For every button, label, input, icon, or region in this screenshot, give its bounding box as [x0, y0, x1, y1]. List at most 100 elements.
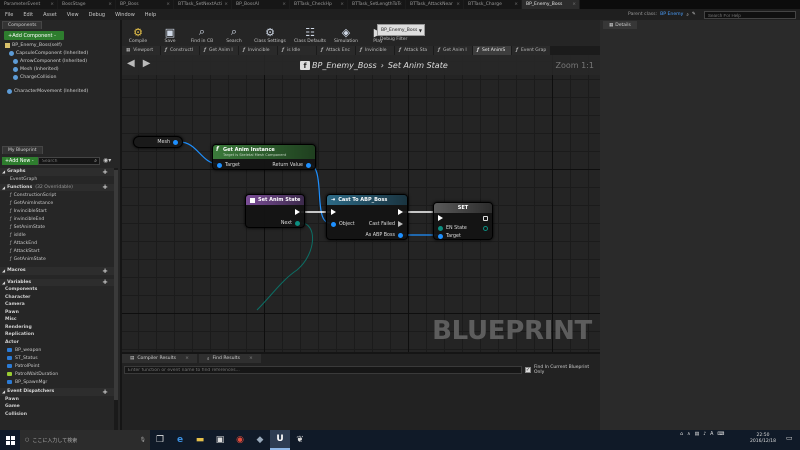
- find-current-only-option[interactable]: ✓ Find In Current Blueprint Only: [525, 365, 600, 375]
- taskbar-app[interactable]: ❦: [290, 430, 310, 450]
- macros-category[interactable]: ◢ Macros +: [0, 267, 114, 275]
- set-en-state-pin[interactable]: [438, 225, 443, 231]
- graph-editor[interactable]: BP_Enemy_Boss › Set Anim State ◀ ▶ f Zoo…: [122, 55, 600, 352]
- document-tab[interactable]: BTTask_SetLengthToT ×: [348, 0, 406, 9]
- function-item[interactable]: ƒ invincibleEnd: [0, 215, 114, 223]
- taskbar-search[interactable]: ○ ここに入力して検索 🎙: [20, 430, 150, 450]
- function-item[interactable]: ƒ ConstructionScript: [0, 191, 114, 199]
- blueprint-search-input[interactable]: [39, 158, 89, 164]
- variable-group[interactable]: Pawn: [0, 309, 114, 317]
- graph-tab[interactable]: ƒ Invincible: [239, 46, 277, 55]
- get-anim-instance-node[interactable]: Get Anim Instance Target is Skeletal Mes…: [212, 144, 316, 170]
- graph-tab[interactable]: ▦ Viewport: [122, 46, 160, 55]
- set-exec-in-pin[interactable]: [438, 215, 443, 221]
- menu-item-edit[interactable]: Edit: [23, 12, 33, 18]
- variable-group[interactable]: Rendering: [0, 324, 114, 332]
- edit-icon[interactable]: ✎: [692, 12, 696, 17]
- add-event-dispatchers-icon[interactable]: +: [102, 388, 108, 396]
- menu-item-file[interactable]: File: [5, 12, 13, 18]
- graph-tab[interactable]: ƒ Get Anim I: [200, 46, 238, 55]
- save-button[interactable]: ▣ Save: [154, 20, 186, 46]
- document-tab[interactable]: BossStage ×: [58, 0, 116, 9]
- taskbar-app[interactable]: ◆: [250, 430, 270, 450]
- microphone-icon[interactable]: 🎙: [140, 437, 146, 443]
- class-defaults-button[interactable]: ☷ Class Defaults: [290, 20, 330, 46]
- variable-group[interactable]: Actor: [0, 339, 114, 347]
- function-item[interactable]: ƒ GetAnimInstance: [0, 199, 114, 207]
- find-in-cb-button[interactable]: ⌕ Find in CB: [186, 20, 218, 46]
- function-item[interactable]: ƒ AttackStart: [0, 247, 114, 255]
- close-icon[interactable]: ×: [185, 356, 189, 361]
- graphs-category[interactable]: ◢ Graphs +: [0, 168, 114, 176]
- cast-exec-out-pin[interactable]: [398, 209, 403, 215]
- add-graphs-icon[interactable]: +: [102, 168, 108, 176]
- browse-icon[interactable]: ⌕: [686, 12, 689, 18]
- dispatcher-group[interactable]: Game: [0, 403, 114, 411]
- menu-item-view[interactable]: View: [67, 12, 79, 18]
- chevron-up-icon[interactable]: ∧: [687, 432, 691, 437]
- components-tab[interactable]: Components: [2, 21, 43, 29]
- menu-item-debug[interactable]: Debug: [89, 12, 105, 18]
- cast-object-pin[interactable]: [331, 221, 336, 227]
- function-item[interactable]: ƒ AttackEnd: [0, 239, 114, 247]
- document-tab[interactable]: ParameterEvent ×: [0, 0, 58, 9]
- component-item[interactable]: BP_Enemy_Boss(self): [3, 41, 118, 49]
- close-icon[interactable]: ×: [224, 2, 228, 7]
- menu-item-asset[interactable]: Asset: [43, 12, 57, 18]
- dispatcher-group[interactable]: Pawn: [0, 396, 114, 404]
- component-item[interactable]: Mesh (Inherited): [3, 65, 118, 73]
- menu-item-window[interactable]: Window: [115, 12, 135, 18]
- graph-tab[interactable]: ƒ Attack Sta: [395, 46, 433, 55]
- close-icon[interactable]: ×: [166, 2, 170, 7]
- document-tab[interactable]: BTTask_SetNextActi ×: [174, 0, 232, 9]
- add-functions-icon[interactable]: +: [102, 183, 108, 191]
- simulation-button[interactable]: ◈ Simulation: [330, 20, 362, 46]
- mesh-node[interactable]: Mesh: [133, 136, 183, 148]
- class-settings-button[interactable]: ⚙ Class Settings: [250, 20, 290, 46]
- taskbar-app[interactable]: U: [270, 430, 290, 450]
- dispatcher-group[interactable]: Collision: [0, 411, 114, 419]
- close-icon[interactable]: ×: [572, 2, 576, 7]
- component-item[interactable]: ArrowComponent (Inherited): [3, 57, 118, 65]
- my-blueprint-tab[interactable]: My Blueprint: [2, 146, 43, 154]
- event-dispatchers-category[interactable]: ◢ Event Dispatchers +: [0, 388, 114, 396]
- variable-group[interactable]: Misc: [0, 316, 114, 324]
- taskbar-app[interactable]: ▣: [210, 430, 230, 450]
- cast-exec-in-pin[interactable]: [331, 209, 336, 215]
- graph-tab[interactable]: ƒ ConstructI: [161, 46, 199, 55]
- set-node[interactable]: SET EN State Target: [433, 202, 493, 240]
- component-item[interactable]: ChargeCollision: [3, 73, 118, 81]
- functions-category[interactable]: ◢ Functions (32 Overridable) +: [0, 183, 114, 191]
- taskbar-app[interactable]: ◉: [230, 430, 250, 450]
- close-icon[interactable]: ×: [108, 2, 112, 7]
- cast-as-pin[interactable]: [398, 232, 403, 238]
- search-button[interactable]: ⌕ Search: [218, 20, 250, 46]
- add-macros-icon[interactable]: +: [102, 267, 108, 275]
- close-icon[interactable]: ×: [514, 2, 518, 7]
- function-item[interactable]: ƒ SetAnimState: [0, 223, 114, 231]
- document-tab[interactable]: BTTask_Charge ×: [464, 0, 522, 9]
- taskbar-app[interactable]: ▬: [190, 430, 210, 450]
- document-tab[interactable]: BTTask_CheckHp ×: [290, 0, 348, 9]
- get-anim-target-pin[interactable]: [217, 162, 222, 168]
- variable-group[interactable]: Character: [0, 294, 114, 302]
- variable-group[interactable]: Components: [0, 286, 114, 294]
- notification-icon[interactable]: ▭: [786, 434, 793, 442]
- find-references-input[interactable]: [124, 366, 522, 374]
- bottom-tab[interactable]: ▤ Compiler Results ×: [122, 354, 197, 363]
- graph-item[interactable]: EventGraph: [0, 176, 114, 184]
- graph-tab[interactable]: ƒ is Idle: [278, 46, 316, 55]
- mesh-output-pin[interactable]: [173, 140, 178, 145]
- network-icon[interactable]: ▤: [695, 432, 700, 437]
- keyboard-icon[interactable]: ⌨: [717, 432, 724, 437]
- ime-indicator[interactable]: A: [710, 432, 713, 437]
- set-anim-next-pin[interactable]: [295, 220, 300, 226]
- cast-to-abp-boss-node[interactable]: ⇥ Cast To ABP_Boss Object Cast Failed As…: [326, 194, 408, 240]
- help-search-input[interactable]: [704, 11, 796, 19]
- add-new-button[interactable]: +Add New -: [2, 157, 40, 165]
- people-icon[interactable]: ⌂: [680, 432, 683, 437]
- graph-tab[interactable]: ƒ Get Anim I: [434, 46, 472, 55]
- variable-group[interactable]: Camera: [0, 301, 114, 309]
- document-tab[interactable]: BP_BossAI ×: [232, 0, 290, 9]
- volume-icon[interactable]: ♪: [703, 432, 706, 437]
